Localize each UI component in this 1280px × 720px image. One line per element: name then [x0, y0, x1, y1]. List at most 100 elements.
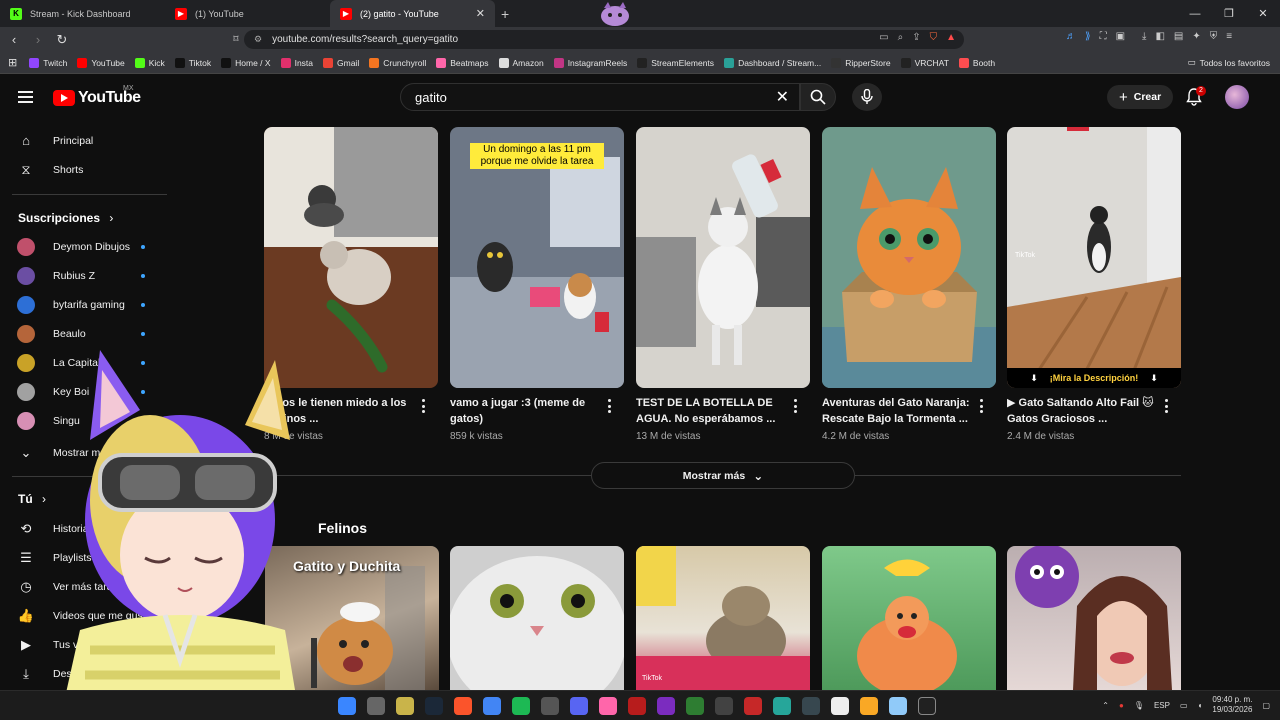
- youtube-logo[interactable]: YouTube MX: [53, 85, 141, 107]
- search-button[interactable]: [800, 83, 836, 111]
- file-explorer-icon[interactable]: [860, 697, 878, 715]
- brave-shield-icon[interactable]: ⛉: [930, 32, 938, 43]
- close-tab-icon[interactable]: ✕: [476, 7, 485, 20]
- sidebar-you-item[interactable]: ⤓ Descargas: [0, 659, 168, 688]
- terminal-icon[interactable]: [918, 697, 936, 715]
- vs-icon[interactable]: [773, 697, 791, 715]
- more-actions-icon[interactable]: [608, 399, 612, 413]
- brave-browser-icon[interactable]: [454, 697, 472, 715]
- clear-search-icon[interactable]: ✕: [776, 87, 789, 107]
- sidebar-you-item[interactable]: ◷ Ver más tarde: [0, 572, 168, 601]
- downloads-icon[interactable]: ⤓: [1142, 31, 1146, 42]
- screenshot-extension-icon[interactable]: ⛶: [1100, 31, 1107, 42]
- bookmark-item[interactable]: Beatmaps: [436, 57, 489, 68]
- video-result-card[interactable]: Un domingo a las 11 pm porque me olvide …: [450, 127, 624, 442]
- zoom-icon[interactable]: ⌕: [898, 32, 904, 43]
- chevron-up-icon[interactable]: ⌃: [1102, 701, 1109, 710]
- leo-ai-icon[interactable]: ✦: [1192, 31, 1200, 42]
- video-title[interactable]: ▶ Gato Saltando Alto Fail 🐱 Gatos Gracio…: [1007, 395, 1157, 427]
- search-input[interactable]: gatito ✕: [400, 83, 800, 111]
- sidebar-subscription[interactable]: Key Boi: [0, 377, 168, 406]
- reload-icon[interactable]: ↻: [52, 32, 72, 48]
- video-thumbnail[interactable]: TikTok ⬇ ¡Mira la Descripción! ⬇: [1007, 127, 1181, 388]
- address-bar[interactable]: ⚙ youtube.com/results?search_query=gatit…: [244, 30, 964, 49]
- sheets-icon[interactable]: [686, 697, 704, 715]
- show-more-subscriptions[interactable]: ⌄ Mostrar más: [0, 438, 168, 467]
- bookmark-item[interactable]: Booth: [958, 57, 995, 68]
- sidebar-you-item[interactable]: ⟲ Historial: [0, 514, 168, 543]
- bookmark-item[interactable]: VRCHAT: [900, 57, 949, 68]
- video-title[interactable]: Gatos le tienen miedo a los pepinos ...: [264, 395, 414, 427]
- bookmark-item[interactable]: Dashboard / Stream...: [724, 57, 821, 68]
- sidebar-item-home[interactable]: ⌂ Principal: [0, 126, 168, 155]
- bookmark-item[interactable]: Crunchyroll: [369, 57, 426, 68]
- vscode-icon[interactable]: [889, 697, 907, 715]
- audio-extension-icon[interactable]: ⟫: [1085, 31, 1091, 42]
- sidebar-subscription[interactable]: La Capital: [0, 348, 168, 377]
- video-result-card[interactable]: TEST DE LA BOTELLA DE AGUA. No esperábam…: [636, 127, 810, 442]
- capcut-icon[interactable]: [744, 697, 762, 715]
- video-thumbnail[interactable]: [636, 127, 810, 388]
- create-button[interactable]: + Crear: [1107, 85, 1174, 109]
- language-indicator[interactable]: ESP: [1154, 701, 1170, 710]
- shelf-video-thumbnail[interactable]: [1007, 546, 1181, 690]
- bookmark-item[interactable]: Home / X: [221, 57, 271, 68]
- sidebar-subscription[interactable]: Deymon Dibujos: [0, 232, 168, 261]
- shelf-video-thumbnail[interactable]: TikTok: [636, 546, 810, 690]
- capture-extension-icon[interactable]: ▣: [1116, 31, 1125, 42]
- guide-menu-icon[interactable]: [18, 91, 33, 103]
- video-result-card[interactable]: Gatos le tienen miedo a los pepinos ... 8…: [264, 127, 438, 442]
- all-bookmarks[interactable]: ▭ Todos los favoritos: [1188, 57, 1270, 68]
- more-actions-icon[interactable]: [422, 399, 426, 413]
- spotify-icon[interactable]: [512, 697, 530, 715]
- restore-icon[interactable]: ❐: [1212, 0, 1246, 27]
- sidebar-item-shorts[interactable]: ⧖ Shorts: [0, 155, 168, 184]
- obs-icon[interactable]: [541, 697, 559, 715]
- you-heading[interactable]: Tú ›: [18, 492, 46, 506]
- vpn-icon[interactable]: ⛨: [1210, 31, 1218, 42]
- close-window-icon[interactable]: ✕: [1246, 0, 1280, 27]
- sidebar-subscription[interactable]: bytarifa gaming: [0, 290, 168, 319]
- show-more-results-button[interactable]: Mostrar más ⌄: [591, 462, 855, 489]
- bookmark-item[interactable]: RipperStore: [831, 57, 891, 68]
- site-info-icon[interactable]: ⚙: [254, 34, 262, 45]
- bookmark-item[interactable]: YouTube: [77, 57, 125, 68]
- start-menu-icon[interactable]: [338, 697, 356, 715]
- browser-tab[interactable]: ▶ (1) YouTube: [165, 0, 330, 27]
- volume-icon[interactable]: ◖: [1198, 701, 1203, 710]
- video-title[interactable]: Aventuras del Gato Naranja: Rescate Bajo…: [822, 395, 972, 427]
- forward-icon[interactable]: ›: [28, 32, 48, 47]
- menu-icon[interactable]: ≡: [1226, 31, 1232, 42]
- bookmark-page-icon[interactable]: ⌑: [226, 34, 246, 45]
- video-thumbnail[interactable]: Un domingo a las 11 pm porque me olvide …: [450, 127, 624, 388]
- cast-icon[interactable]: ▭: [879, 32, 888, 43]
- bookmark-item[interactable]: InstagramReels: [553, 57, 627, 68]
- rewards-icon[interactable]: ▲: [946, 32, 956, 43]
- notion-icon[interactable]: [831, 697, 849, 715]
- account-avatar[interactable]: [1225, 85, 1249, 109]
- more-actions-icon[interactable]: [1165, 399, 1169, 413]
- apps-grid-icon[interactable]: ⊞: [8, 56, 17, 69]
- share-icon[interactable]: ⇪: [912, 32, 920, 43]
- task-view-icon[interactable]: [367, 697, 385, 715]
- audio-app-icon[interactable]: [802, 697, 820, 715]
- voice-mod-icon[interactable]: [628, 697, 646, 715]
- sidebar-subscription[interactable]: Singu: [0, 406, 168, 435]
- video-result-card[interactable]: TikTok ⬇ ¡Mira la Descripción! ⬇ ▶ Gato Salt…: [1007, 127, 1181, 442]
- sidebar-you-item[interactable]: 👍 Videos que me gustan: [0, 601, 168, 630]
- shelf-video-thumbnail[interactable]: [822, 546, 996, 690]
- minimize-icon[interactable]: —: [1178, 0, 1212, 27]
- video-title[interactable]: vamo a jugar :3 (meme de gatos): [450, 395, 600, 427]
- keyboard-icon[interactable]: [715, 697, 733, 715]
- file-app-icon[interactable]: [396, 697, 414, 715]
- notifications-tray-icon[interactable]: ▢: [1262, 701, 1270, 710]
- bookmark-item[interactable]: Gmail: [323, 57, 359, 68]
- chrome-icon[interactable]: [483, 697, 501, 715]
- video-result-card[interactable]: Aventuras del Gato Naranja: Rescate Bajo…: [822, 127, 996, 442]
- back-icon[interactable]: ‹: [4, 32, 24, 47]
- microphone-tray-icon[interactable]: 🎙: [1134, 701, 1144, 710]
- browser-tab[interactable]: K Stream - Kick Dashboard: [0, 0, 165, 27]
- sidebar-subscription[interactable]: Beaulo: [0, 319, 168, 348]
- osu-icon[interactable]: [599, 697, 617, 715]
- video-thumbnail[interactable]: [264, 127, 438, 388]
